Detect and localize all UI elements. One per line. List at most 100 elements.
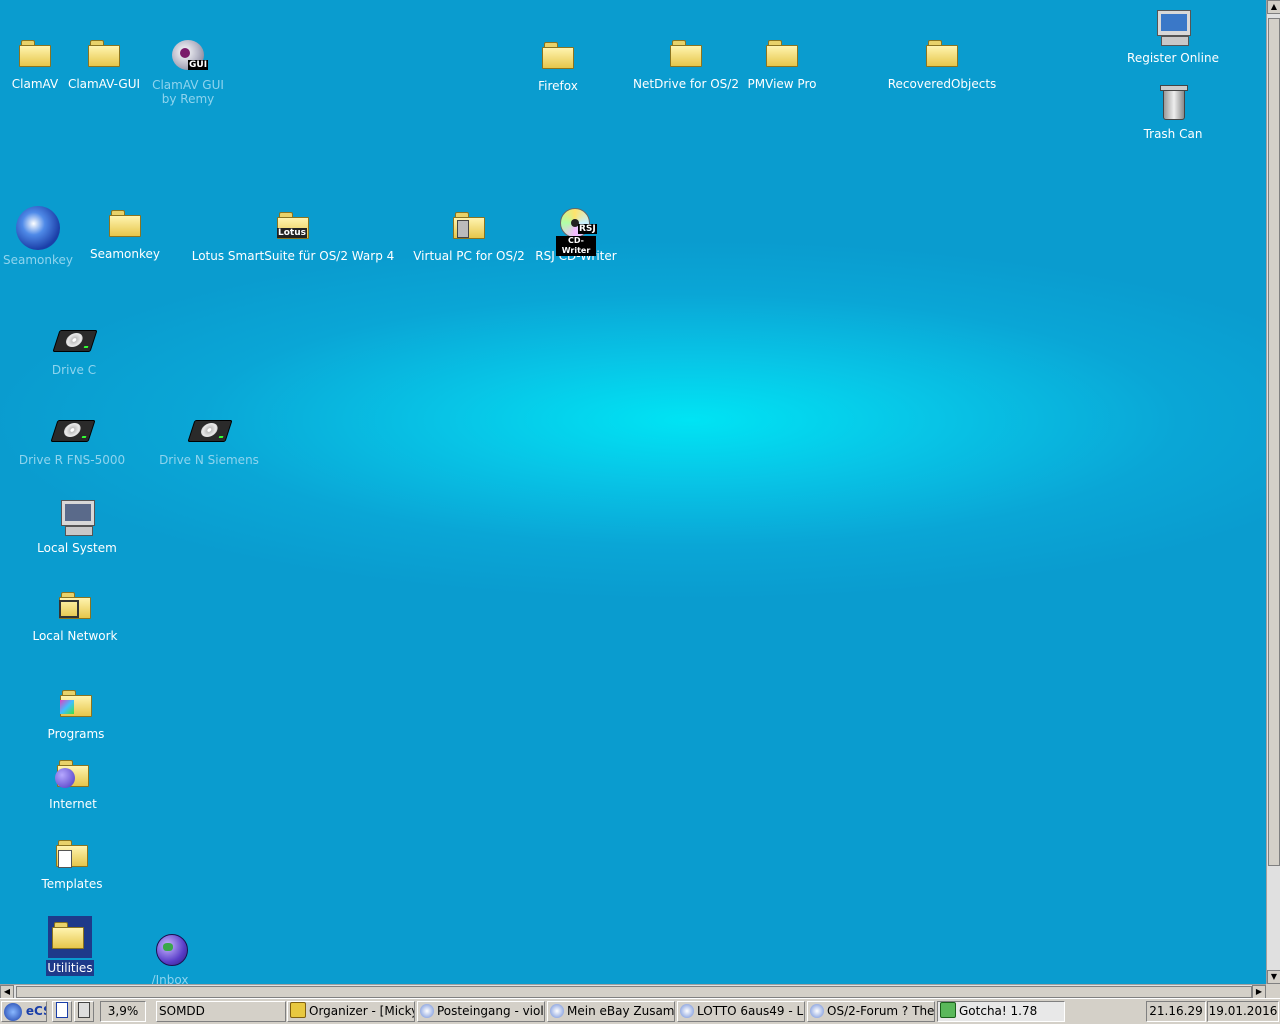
desktop-icon-pmview[interactable]: PMView Pro: [722, 34, 842, 92]
desktop-icon-clamav-gui-remy[interactable]: GUI ClamAV GUI by Remy: [128, 36, 248, 106]
icon-label: Firefox: [538, 79, 578, 93]
desktop-icon-drive-r[interactable]: Drive R FNS-5000: [12, 410, 132, 468]
scroll-right-arrow-icon[interactable]: ▶: [1252, 985, 1266, 999]
scrollbar-corner: [1266, 984, 1280, 998]
desktop-icon-drive-n[interactable]: Drive N Siemens: [149, 410, 269, 468]
icon-label: Lotus SmartSuite für OS/2 Warp 4: [191, 249, 395, 263]
taskbar: eCS 3,9% SOMDD Organizer - [Micky Postei…: [0, 998, 1280, 1024]
computer-network-icon: [1153, 8, 1193, 48]
seamonkey-icon: [420, 1004, 434, 1018]
desktop-icon-register-online[interactable]: Register Online: [1113, 8, 1233, 66]
icon-label: Programs: [47, 727, 105, 741]
calculator-button[interactable]: [74, 1001, 94, 1022]
vertical-scroll-thumb[interactable]: [1268, 18, 1280, 866]
document-icon: [58, 850, 72, 868]
icon-label: Templates: [41, 877, 103, 891]
horizontal-scroll-thumb[interactable]: [16, 986, 1252, 998]
pc-tower-icon: [457, 220, 469, 238]
icon-label: Register Online: [1127, 51, 1219, 65]
cd-writer-badge: CD-Writer: [556, 236, 596, 256]
taskbar-item-os2-forum[interactable]: OS/2-Forum ? The: [807, 1001, 935, 1022]
icon-label: PMView Pro: [747, 77, 817, 91]
taskbar-item-ebay[interactable]: Mein eBay Zusamm: [547, 1001, 675, 1022]
desktop-icon-seamonkey-folder[interactable]: Seamonkey: [65, 204, 185, 262]
desktop-icon-templates[interactable]: Templates: [12, 834, 132, 892]
folder-icon: [109, 210, 141, 237]
vertical-scrollbar[interactable]: ▲ ▼: [1266, 0, 1280, 984]
taskbar-item-posteingang[interactable]: Posteingang - viol: [417, 1001, 545, 1022]
ecs-logo-icon: [4, 1002, 22, 1021]
desktop-icon-lotus-smartsuite[interactable]: Lotus Lotus SmartSuite für OS/2 Warp 4: [173, 206, 413, 264]
desktop-icon-rsj-cd-writer[interactable]: RSJ CD-Writer RSJ CD-Writer: [516, 206, 636, 264]
clock-time[interactable]: 21.16.29: [1146, 1001, 1206, 1022]
seamonkey-icon: [550, 1004, 564, 1018]
icon-label: Drive N Siemens: [159, 453, 259, 467]
desktop-icon-trash-can[interactable]: Trash Can: [1113, 84, 1233, 142]
icon-label: Internet: [49, 797, 97, 811]
hard-drive-icon: [187, 420, 233, 442]
ecs-menu-button[interactable]: eCS: [1, 1001, 47, 1022]
taskbar-item-label: OS/2-Forum ? The: [827, 1004, 935, 1018]
seamonkey-icon: [810, 1004, 824, 1018]
seamonkey-icon: [680, 1004, 694, 1018]
window-list-icon: [56, 1002, 68, 1018]
folder-icon: [766, 40, 798, 67]
scroll-left-arrow-icon[interactable]: ◀: [0, 985, 14, 999]
desktop-icon-internet[interactable]: Internet: [13, 754, 133, 812]
taskbar-item-label: Gotcha! 1.78: [959, 1004, 1038, 1018]
window-list-button[interactable]: [52, 1001, 72, 1022]
scroll-down-arrow-icon[interactable]: ▼: [1267, 970, 1280, 984]
rsj-badge: RSJ: [578, 224, 597, 234]
desktop-icon-local-network[interactable]: Local Network: [15, 586, 135, 644]
icon-label: Local Network: [32, 629, 118, 643]
globe-icon: [156, 934, 188, 966]
taskbar-item-label: Posteingang - viol: [437, 1004, 544, 1018]
desktop-icon-drive-c[interactable]: Drive C: [14, 320, 134, 378]
cpu-meter[interactable]: 3,9%: [100, 1001, 146, 1022]
icon-label: Utilities: [46, 960, 94, 976]
folder-icon: [542, 42, 574, 69]
taskbar-item-gotcha[interactable]: Gotcha! 1.78: [937, 1001, 1065, 1022]
folder-icon: [670, 40, 702, 67]
desktop-icon-recovered-objects[interactable]: RecoveredObjects: [882, 34, 1002, 92]
icon-label: Seamonkey: [3, 253, 73, 267]
folder-icon: [926, 40, 958, 67]
desktop-icon-virtual-pc[interactable]: Virtual PC for OS/2: [409, 206, 529, 264]
clamav-gui-icon: GUI: [168, 36, 209, 76]
ecs-logo-text-icon: eCS: [25, 1004, 46, 1018]
icon-label: Virtual PC for OS/2: [413, 249, 525, 263]
icon-label: RecoveredObjects: [887, 77, 997, 91]
time-text: 21.16.29: [1149, 1004, 1203, 1018]
cpu-usage-text: 3,9%: [107, 1004, 139, 1018]
globe-icon: [55, 768, 75, 788]
desktop-icon-programs[interactable]: Programs: [16, 684, 136, 742]
computer-icon: [57, 498, 97, 538]
desktop-icon-inbox[interactable]: /Inbox: [110, 930, 230, 984]
lotus-badge: Lotus: [277, 228, 307, 238]
taskbar-item-organizer[interactable]: Organizer - [Micky: [287, 1001, 415, 1022]
desktop-icon-local-system[interactable]: Local System: [17, 498, 137, 556]
horizontal-scrollbar[interactable]: ◀ ▶: [0, 984, 1266, 999]
desktop-icon-firefox[interactable]: Firefox: [498, 36, 618, 94]
taskbar-item-lotto[interactable]: LOTTO 6aus49 - L: [677, 1001, 805, 1022]
taskbar-item-somdd[interactable]: SOMDD: [156, 1001, 286, 1022]
taskbar-item-label: SOMDD: [159, 1004, 205, 1018]
clock-date[interactable]: 19.01.2016: [1207, 1001, 1279, 1022]
folder-icon: [88, 40, 120, 67]
organizer-icon: [290, 1002, 306, 1018]
desktop[interactable]: ClamAV ClamAV-GUI GUI ClamAV GUI by Remy…: [0, 0, 1266, 984]
icon-label: Drive C: [51, 363, 97, 377]
folder-icon: [52, 922, 84, 949]
icon-label: /Inbox: [151, 973, 189, 984]
hard-drive-icon: [50, 420, 96, 442]
icon-label: Local System: [37, 541, 117, 555]
calculator-icon: [78, 1002, 90, 1018]
icon-label: Trash Can: [1143, 127, 1203, 141]
gui-badge: GUI: [188, 60, 209, 70]
trash-can-icon: [1160, 85, 1188, 120]
gotcha-icon: [940, 1002, 956, 1018]
scroll-up-arrow-icon[interactable]: ▲: [1267, 0, 1280, 14]
icon-label-line2: by Remy: [161, 92, 215, 106]
taskbar-item-label: LOTTO 6aus49 - L: [697, 1004, 804, 1018]
network-icon: [59, 600, 79, 618]
